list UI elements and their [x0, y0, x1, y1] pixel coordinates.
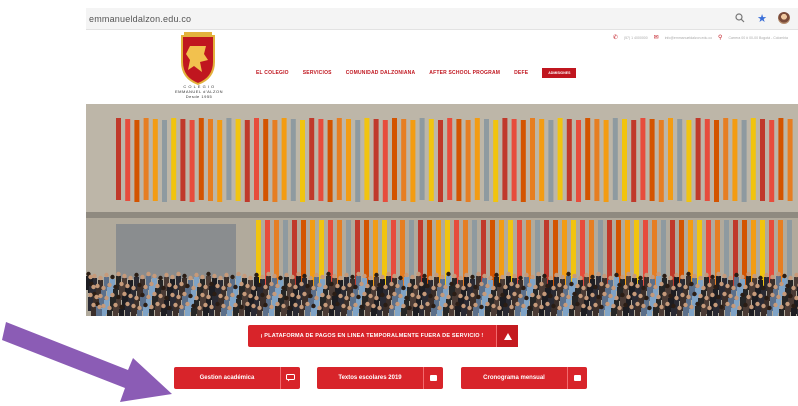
site-header: ✆ (57) 1 4000000 ✉ info@emmanueldalzon.e…: [86, 30, 798, 104]
screenshot: emmanueldalzon.edu.co ★ ✆ (57) 1 4000000…: [0, 0, 798, 406]
textos-escolares-button[interactable]: Textos escolares 2019: [317, 367, 443, 389]
contact-mail: info@emmanueldalzon.edu.co: [664, 35, 713, 40]
url-text[interactable]: emmanueldalzon.edu.co: [86, 14, 191, 24]
school-logo[interactable]: [178, 32, 218, 86]
warning-icon: [496, 325, 518, 347]
nav-defe[interactable]: DEFE: [514, 70, 528, 76]
nav-comunidad[interactable]: COMUNIDAD DALZONIANA: [346, 70, 416, 76]
annotation-arrow-icon: [2, 322, 172, 402]
profile-avatar[interactable]: [778, 12, 790, 24]
location-icon: ⚲: [718, 35, 723, 41]
admisiones-button[interactable]: ADMISIONES: [542, 68, 577, 78]
payment-alert-button[interactable]: ¡ PLATAFORMA DE PAGOS EN LINEA TEMPORALM…: [248, 325, 518, 347]
contact-address: Carrera 00 # 00-00 Bogotá - Colombia: [728, 35, 788, 40]
contact-phone: (57) 1 4000000: [623, 35, 648, 40]
phone-icon: ✆: [612, 35, 618, 41]
book-icon: [423, 367, 443, 389]
logo-line: Desde 1955: [185, 94, 213, 99]
hero-photo: [86, 104, 798, 316]
nav-after-school[interactable]: AFTER SCHOOL PROGRAM: [429, 70, 500, 76]
calendar-icon: [567, 367, 587, 389]
logo-text: C O L E G I O EMMANUEL d'ALZON Desde 195…: [164, 84, 234, 99]
school-building-image: [86, 104, 798, 316]
button-label: Textos escolares 2019: [338, 375, 402, 381]
browser-toolbar-icons: ★: [734, 12, 790, 25]
contact-bar: ✆ (57) 1 4000000 ✉ info@emmanueldalzon.e…: [613, 34, 788, 41]
star-icon[interactable]: ★: [756, 12, 768, 25]
chat-icon: [280, 367, 300, 389]
nav-servicios[interactable]: SERVICIOS: [303, 70, 332, 76]
mail-icon: ✉: [653, 35, 659, 41]
main-nav: EL COLEGIO SERVICIOS COMUNIDAD DALZONIAN…: [256, 68, 577, 78]
gestion-academica-button[interactable]: Gestion académica: [174, 367, 300, 389]
zoom-icon[interactable]: [734, 12, 746, 24]
nav-el-colegio[interactable]: EL COLEGIO: [256, 70, 289, 76]
button-label: Gestion académica: [199, 375, 255, 381]
payment-alert-text: ¡ PLATAFORMA DE PAGOS EN LINEA TEMPORALM…: [260, 333, 484, 339]
button-label: Cronograma mensual: [483, 375, 545, 381]
cronograma-mensual-button[interactable]: Cronograma mensual: [461, 367, 587, 389]
browser-address-bar: emmanueldalzon.edu.co ★: [86, 8, 798, 30]
